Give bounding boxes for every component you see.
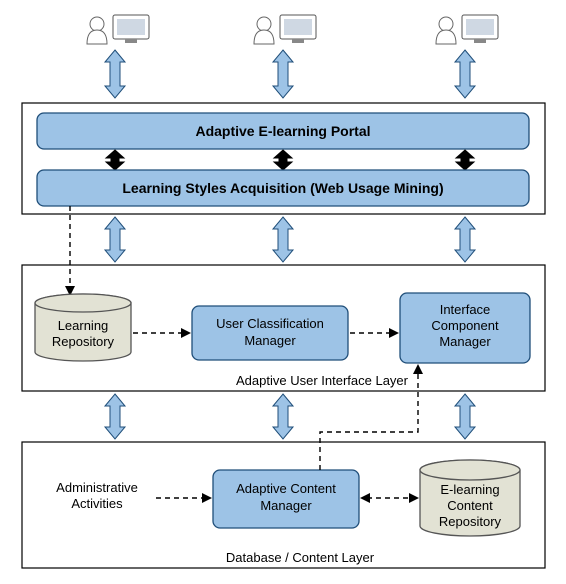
svg-text:E-learning: E-learning <box>440 482 499 497</box>
svg-text:Content: Content <box>447 498 493 513</box>
svg-text:Repository: Repository <box>439 514 502 529</box>
learning-repository-cylinder: Learning Repository <box>35 294 131 361</box>
svg-text:Activities: Activities <box>71 496 123 511</box>
content-layer-label: Database / Content Layer <box>226 550 375 565</box>
svg-text:Component: Component <box>431 318 499 333</box>
arrow-portal-acquisition <box>106 150 474 170</box>
admin-activities-label: Administrative <box>56 480 138 495</box>
svg-text:Manager: Manager <box>260 498 312 513</box>
arrow-users-portal <box>105 50 475 98</box>
svg-text:Adaptive Content: Adaptive Content <box>236 481 336 496</box>
arrow-top-ui <box>105 217 475 262</box>
portal-label: Adaptive E-learning Portal <box>195 123 370 139</box>
svg-text:Manager: Manager <box>244 333 296 348</box>
user-icon <box>87 15 498 44</box>
architecture-diagram: Adaptive E-learning Portal Learning Styl… <box>0 0 566 584</box>
svg-text:Learning: Learning <box>58 318 109 333</box>
acquisition-label: Learning Styles Acquisition (Web Usage M… <box>122 180 443 196</box>
elearning-repo-cylinder: E-learning Content Repository <box>420 460 520 536</box>
svg-text:Repository: Repository <box>52 334 115 349</box>
svg-text:User Classification: User Classification <box>216 316 324 331</box>
ui-layer-label: Adaptive User Interface Layer <box>236 373 409 388</box>
arrow-ui-content <box>105 394 475 439</box>
svg-text:Manager: Manager <box>439 334 491 349</box>
svg-text:Interface: Interface <box>440 302 491 317</box>
